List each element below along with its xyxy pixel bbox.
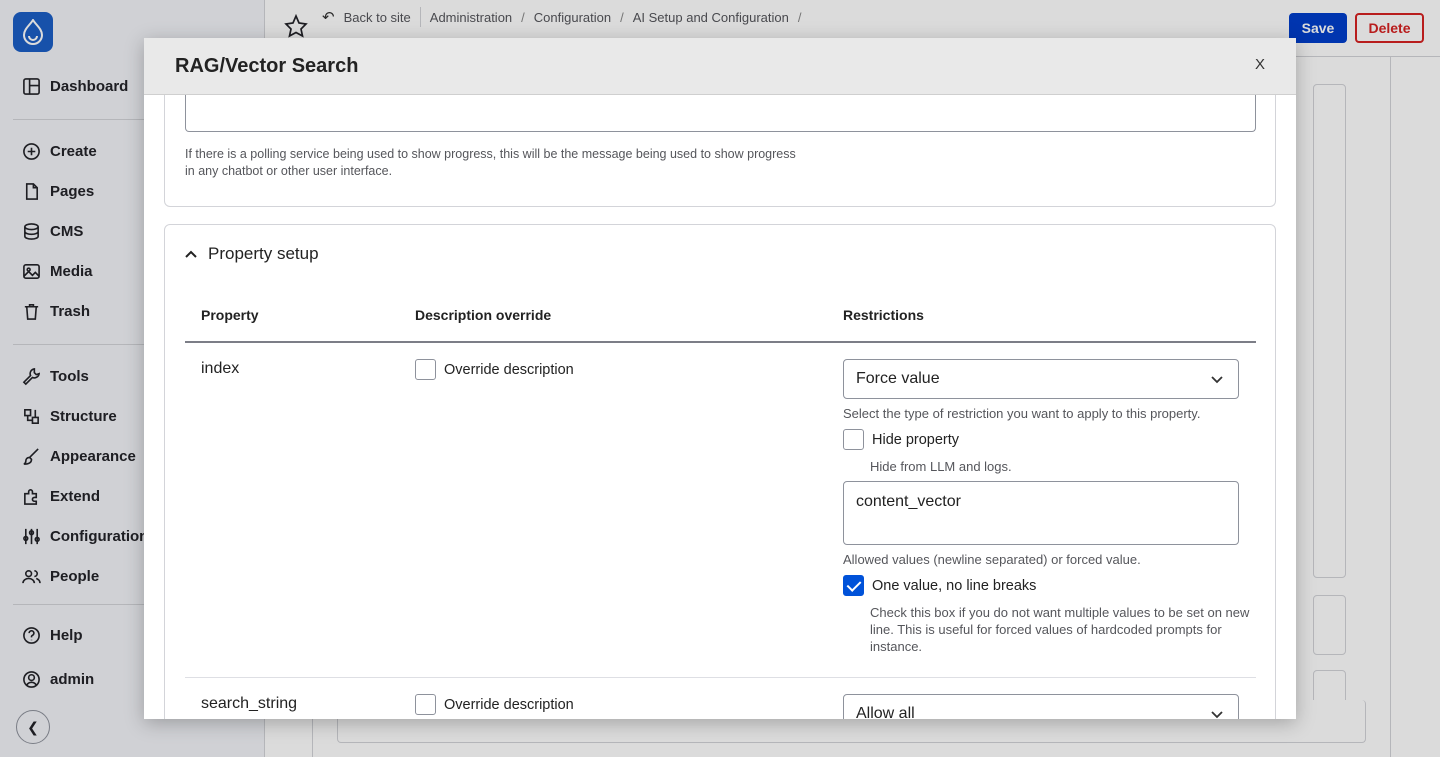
checkbox-box[interactable] (415, 694, 436, 715)
restriction-type-select[interactable]: Force value (843, 359, 1239, 399)
checkbox-box[interactable] (415, 359, 436, 380)
section-title: Property setup (208, 244, 319, 263)
dialog-header: RAG/Vector Search X (144, 38, 1296, 95)
dialog-body: If there is a polling service being used… (144, 95, 1296, 719)
checkbox-label: Override description (444, 696, 574, 713)
table-header-divider (185, 341, 1256, 343)
rag-vector-search-dialog: RAG/Vector Search X If there is a pollin… (144, 38, 1296, 719)
allowed-values-textarea[interactable]: content_vector (843, 481, 1239, 545)
field-description: Allowed values (newline separated) or fo… (843, 552, 1141, 567)
checkbox-box[interactable] (843, 429, 864, 450)
override-description-checkbox[interactable]: Override description (415, 694, 574, 715)
one-value-checkbox[interactable]: One value, no line breaks (843, 575, 1036, 596)
property-name: index (201, 360, 240, 377)
checkbox-box-checked[interactable] (843, 575, 864, 596)
selected-value: Allow all (856, 705, 915, 719)
field-description: Select the type of restriction you want … (843, 406, 1201, 421)
chevron-up-icon (185, 250, 197, 258)
hide-property-checkbox[interactable]: Hide property (843, 429, 959, 450)
property-name: search_string (201, 695, 298, 712)
column-header-property: Property (201, 307, 259, 323)
restriction-type-select[interactable]: Allow all (843, 694, 1239, 719)
chevron-down-icon (1211, 711, 1223, 719)
checkbox-label: Hide property (872, 431, 960, 448)
progress-message-textarea[interactable] (185, 95, 1256, 132)
property-setup-summary[interactable]: Property setup (184, 244, 319, 264)
column-header-restrictions: Restrictions (843, 307, 924, 323)
field-description: Check this box if you do not want multip… (870, 605, 1250, 654)
selected-value: Force value (856, 370, 940, 387)
progress-message-card: If there is a polling service being used… (164, 95, 1276, 207)
table-row-divider (185, 677, 1256, 678)
chevron-down-icon (1211, 376, 1223, 384)
override-description-checkbox[interactable]: Override description (415, 359, 574, 380)
field-description: If there is a polling service being used… (185, 147, 796, 178)
dialog-title: RAG/Vector Search (175, 55, 359, 77)
property-setup-details: Property setup Property Description over… (164, 224, 1276, 719)
checkbox-label: One value, no line breaks (872, 577, 1037, 594)
checkbox-label: Override description (444, 361, 574, 378)
close-button[interactable]: X (1252, 56, 1268, 73)
column-header-description-override: Description override (415, 307, 552, 323)
field-description: Hide from LLM and logs. (870, 459, 1012, 474)
